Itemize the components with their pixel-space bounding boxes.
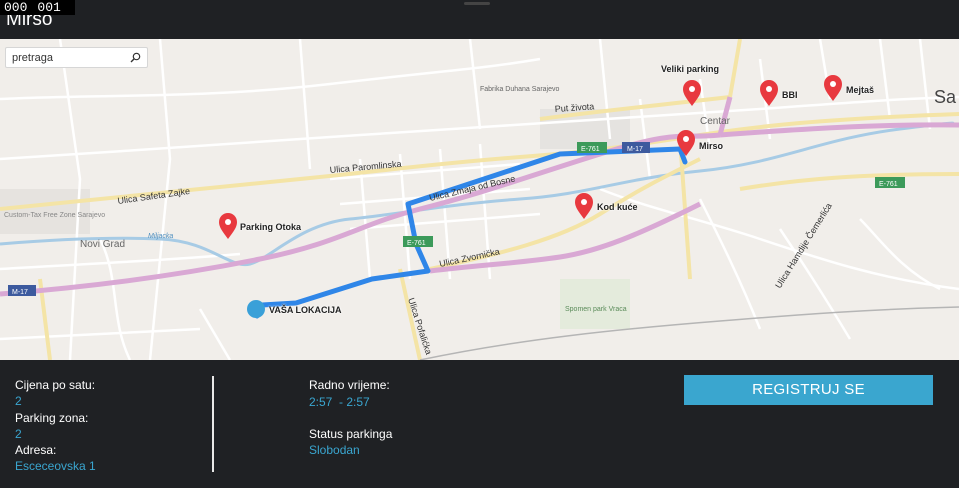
area-label: Fabrika Duhana Sarajevo xyxy=(480,86,559,93)
pin-label-mejtas: Mejtaš xyxy=(846,85,875,95)
frame-counter-b: 001 xyxy=(37,0,61,15)
road-shield: E-761 xyxy=(407,240,426,247)
area-label: Miljacka xyxy=(148,233,173,240)
hours-label: Radno vrijeme: xyxy=(309,378,390,392)
current-location-dot[interactable] xyxy=(247,300,265,318)
register-button[interactable]: REGISTRUJ SE xyxy=(684,375,933,405)
map-canvas[interactable]: E-761 M-17 E-761 E-761 M-17 Ulica Safeta… xyxy=(0,39,959,360)
pin-label-kod-kuce: Kod kuće xyxy=(597,202,638,212)
area-label: Novi Grad xyxy=(80,239,125,250)
road-shield: E-761 xyxy=(879,181,898,188)
location-label: VAŠA LOKACIJA xyxy=(269,305,342,315)
hours-value: 2:57 - 2:57 xyxy=(309,395,370,409)
road-shield: M-17 xyxy=(627,146,643,153)
address-value: Esceceovska 1 xyxy=(15,459,96,473)
frame-counter: 000 001 xyxy=(0,0,75,15)
road-shield: E-761 xyxy=(581,146,600,153)
search-icon[interactable] xyxy=(130,52,141,63)
area-label: Sa xyxy=(934,87,957,107)
area-label: Spomen park Vraca xyxy=(565,306,627,313)
road-shield: M-17 xyxy=(12,289,28,296)
price-value: 2 xyxy=(15,394,22,408)
app-header: Mirso 000 001 xyxy=(0,0,959,39)
pin-label-bbi: BBI xyxy=(782,90,798,100)
search-box[interactable] xyxy=(5,47,148,68)
area-label: Centar xyxy=(700,116,731,127)
zone-label: Parking zona: xyxy=(15,411,89,425)
pin-label-mirso: Mirso xyxy=(699,141,724,151)
address-label: Adresa: xyxy=(15,443,57,457)
map-view[interactable]: E-761 M-17 E-761 E-761 M-17 Ulica Safeta… xyxy=(0,39,959,360)
status-label: Status parkinga xyxy=(309,427,393,441)
window-grip[interactable] xyxy=(464,2,490,5)
pin-label-veliki-parking: Veliki parking xyxy=(661,64,720,74)
search-input[interactable] xyxy=(6,48,122,68)
panel-divider xyxy=(212,376,214,472)
area-label: Custom-Tax Free Zone Sarajevo xyxy=(4,212,105,219)
status-value: Slobodan xyxy=(309,443,360,457)
parking-details-panel: Cijena po satu: 2 Parking zona: 2 Adresa… xyxy=(0,360,959,488)
frame-counter-a: 000 xyxy=(4,0,28,15)
zone-value: 2 xyxy=(15,427,22,441)
price-label: Cijena po satu: xyxy=(15,378,96,392)
pin-label-parking-otoka: Parking Otoka xyxy=(240,222,302,232)
